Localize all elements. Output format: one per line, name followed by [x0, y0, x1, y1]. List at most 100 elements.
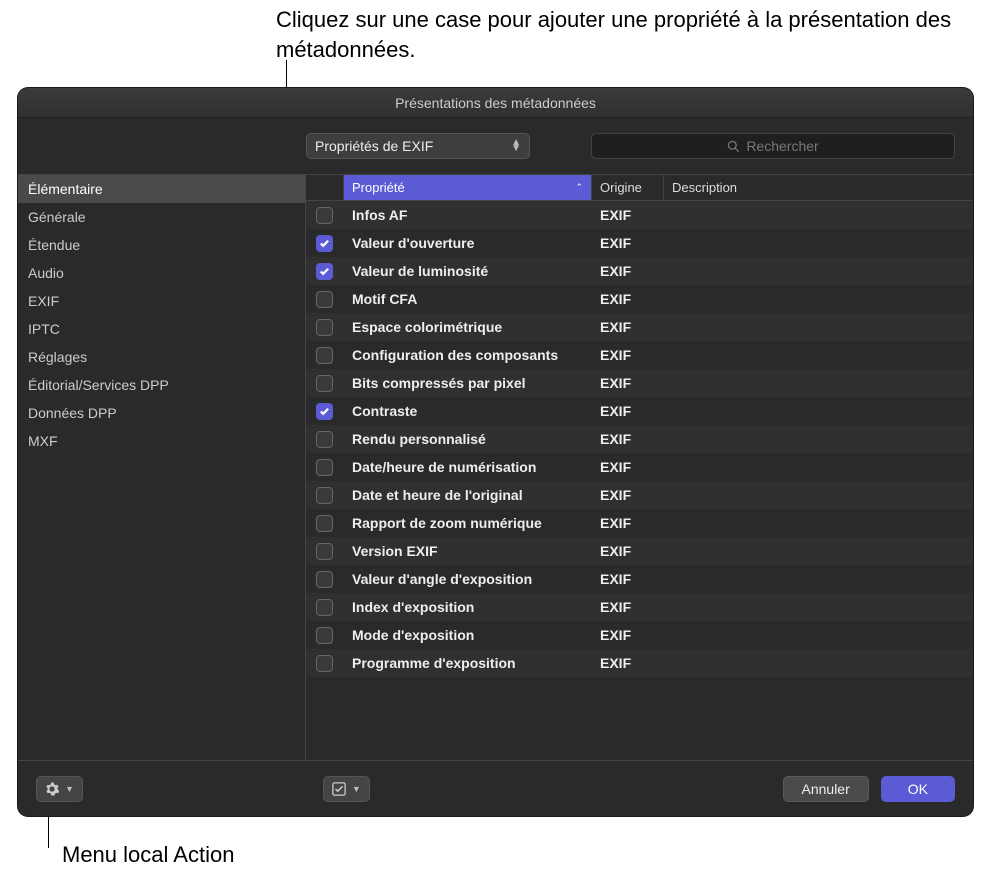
sidebar-item[interactable]: IPTC [18, 315, 305, 343]
property-checkbox[interactable] [316, 487, 333, 504]
chevron-down-icon: ▼ [65, 784, 74, 794]
property-checkbox[interactable] [316, 291, 333, 308]
header-description[interactable]: Description [664, 175, 973, 200]
property-origin: EXIF [592, 431, 664, 447]
property-checkbox[interactable] [316, 403, 333, 420]
property-name: Valeur de luminosité [344, 263, 592, 279]
sidebar-item[interactable]: MXF [18, 427, 305, 455]
search-placeholder: Rechercher [746, 138, 818, 154]
property-name: Motif CFA [344, 291, 592, 307]
property-checkbox[interactable] [316, 459, 333, 476]
property-origin: EXIF [592, 571, 664, 587]
header-checkbox-col [306, 175, 344, 200]
table-row: Bits compressés par pixelEXIF [306, 369, 973, 397]
table-row: Motif CFAEXIF [306, 285, 973, 313]
table-row: Infos AFEXIF [306, 201, 973, 229]
property-checkbox[interactable] [316, 375, 333, 392]
table-row: Valeur de luminositéEXIF [306, 257, 973, 285]
action-menu[interactable]: ▼ [36, 776, 83, 802]
checkbox-icon [332, 782, 346, 796]
sidebar-item[interactable]: EXIF [18, 287, 305, 315]
property-checkbox[interactable] [316, 235, 333, 252]
property-origin: EXIF [592, 403, 664, 419]
table-row: Date et heure de l'originalEXIF [306, 481, 973, 509]
search-input[interactable]: Rechercher [591, 133, 955, 159]
property-checkbox[interactable] [316, 431, 333, 448]
table-row: Programme d'expositionEXIF [306, 649, 973, 677]
property-checkbox[interactable] [316, 543, 333, 560]
property-name: Valeur d'angle d'exposition [344, 571, 592, 587]
chevron-down-icon: ▼ [352, 784, 361, 794]
property-name: Espace colorimétrique [344, 319, 592, 335]
header-origin[interactable]: Origine [592, 175, 664, 200]
property-name: Date et heure de l'original [344, 487, 592, 503]
dropdown-label: Propriétés de EXIF [315, 138, 433, 154]
sidebar: ÉlémentaireGénéraleÉtendueAudioEXIFIPTCR… [18, 175, 306, 760]
property-name: Version EXIF [344, 543, 592, 559]
property-name: Programme d'exposition [344, 655, 592, 671]
property-checkbox[interactable] [316, 319, 333, 336]
callout-bottom-line [48, 817, 49, 848]
sidebar-item[interactable]: Élémentaire [18, 175, 305, 203]
property-origin: EXIF [592, 627, 664, 643]
property-origin: EXIF [592, 515, 664, 531]
property-origin: EXIF [592, 207, 664, 223]
property-origin: EXIF [592, 459, 664, 475]
metadata-views-window: Présentations des métadonnées Propriétés… [18, 88, 973, 816]
properties-table: Propriété ⌃ Origine Description Infos AF… [306, 175, 973, 760]
toolbar: Propriétés de EXIF ▲▼ Rechercher [18, 118, 973, 174]
property-checkbox[interactable] [316, 599, 333, 616]
property-origin: EXIF [592, 319, 664, 335]
table-header: Propriété ⌃ Origine Description [306, 175, 973, 201]
property-checkbox[interactable] [316, 571, 333, 588]
property-origin: EXIF [592, 599, 664, 615]
ok-button[interactable]: OK [881, 776, 955, 802]
sidebar-item[interactable]: Audio [18, 259, 305, 287]
sidebar-item[interactable]: Générale [18, 203, 305, 231]
table-row: Valeur d'ouvertureEXIF [306, 229, 973, 257]
table-row: Index d'expositionEXIF [306, 593, 973, 621]
property-checkbox[interactable] [316, 347, 333, 364]
sidebar-item[interactable]: Réglages [18, 343, 305, 371]
window-title: Présentations des métadonnées [18, 88, 973, 118]
property-origin: EXIF [592, 655, 664, 671]
property-name: Mode d'exposition [344, 627, 592, 643]
property-name: Contraste [344, 403, 592, 419]
property-origin: EXIF [592, 543, 664, 559]
table-row: Configuration des composantsEXIF [306, 341, 973, 369]
sidebar-item[interactable]: Étendue [18, 231, 305, 259]
sort-caret-icon: ⌃ [575, 182, 583, 193]
sidebar-item[interactable]: Données DPP [18, 399, 305, 427]
chevron-updown-icon: ▲▼ [511, 140, 521, 152]
callout-top: Cliquez sur une case pour ajouter une pr… [276, 5, 990, 64]
properties-dropdown[interactable]: Propriétés de EXIF ▲▼ [306, 133, 530, 159]
header-property-label: Propriété [352, 180, 405, 195]
property-origin: EXIF [592, 263, 664, 279]
table-row: Rendu personnaliséEXIF [306, 425, 973, 453]
property-origin: EXIF [592, 375, 664, 391]
table-row: Rapport de zoom numériqueEXIF [306, 509, 973, 537]
cancel-button[interactable]: Annuler [783, 776, 869, 802]
property-name: Index d'exposition [344, 599, 592, 615]
checkbox-menu[interactable]: ▼ [323, 776, 370, 802]
callout-bottom: Menu local Action [62, 842, 234, 868]
property-checkbox[interactable] [316, 655, 333, 672]
table-row: Version EXIFEXIF [306, 537, 973, 565]
property-checkbox[interactable] [316, 263, 333, 280]
property-origin: EXIF [592, 291, 664, 307]
property-name: Infos AF [344, 207, 592, 223]
property-origin: EXIF [592, 347, 664, 363]
footer: ▼ ▼ Annuler OK [18, 760, 973, 816]
content: ÉlémentaireGénéraleÉtendueAudioEXIFIPTCR… [18, 174, 973, 760]
property-checkbox[interactable] [316, 207, 333, 224]
sidebar-item[interactable]: Éditorial/Services DPP [18, 371, 305, 399]
property-origin: EXIF [592, 487, 664, 503]
property-name: Configuration des composants [344, 347, 592, 363]
table-row: ContrasteEXIF [306, 397, 973, 425]
property-checkbox[interactable] [316, 515, 333, 532]
property-checkbox[interactable] [316, 627, 333, 644]
header-property[interactable]: Propriété ⌃ [344, 175, 592, 200]
table-row: Espace colorimétriqueEXIF [306, 313, 973, 341]
gear-icon [45, 782, 59, 796]
property-origin: EXIF [592, 235, 664, 251]
